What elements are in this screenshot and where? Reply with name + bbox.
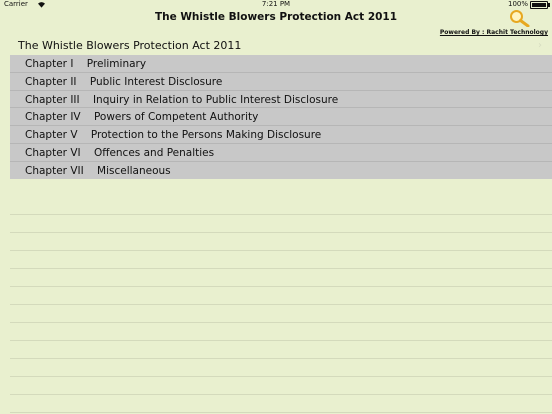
empty-row (10, 395, 552, 413)
empty-row (10, 377, 552, 395)
chapter-label: Chapter I Preliminary (25, 58, 147, 70)
chapter-label: Chapter III Inquiry in Relation to Publi… (25, 93, 339, 106)
chapter-item-7[interactable]: Chapter VII Miscellaneous (10, 162, 552, 180)
chevron-right-icon: › (538, 40, 542, 51)
chapter-item-6[interactable]: Chapter VI Offences and Penalties (10, 144, 552, 162)
empty-row (10, 215, 552, 233)
empty-row (10, 269, 552, 287)
battery-percent: 100% (507, 0, 528, 8)
nav-bar: The Whistle Blowers Protection Act 2011 (0, 9, 552, 27)
chapter-item-4[interactable]: Chapter IV Powers of Competent Authority (10, 108, 552, 126)
empty-row (10, 323, 552, 341)
chapter-label: Chapter V Protection to the Persons Maki… (25, 129, 322, 141)
empty-row (10, 233, 552, 251)
chapter-list: Chapter I Preliminary Chapter II Public … (10, 55, 552, 180)
empty-row (10, 287, 552, 305)
chapter-item-5[interactable]: Chapter V Protection to the Persons Maki… (10, 126, 552, 144)
chapter-label: Chapter IV Powers of Competent Authority (25, 111, 259, 124)
status-bar: Carrier 7:21 PM 100% (0, 0, 552, 9)
act-title: The Whistle Blowers Protection Act 2011 (18, 39, 242, 52)
empty-row (10, 359, 552, 377)
act-title-row[interactable]: The Whistle Blowers Protection Act 2011 … (0, 37, 552, 55)
chapter-item-2[interactable]: Chapter II Public Interest Disclosure (10, 73, 552, 91)
chapter-label: Chapter II Public Interest Disclosure (25, 75, 223, 88)
clock: 7:21 PM (261, 0, 291, 8)
empty-rows (10, 197, 552, 413)
chapter-item-1[interactable]: Chapter I Preliminary (10, 55, 552, 73)
battery-icon (530, 1, 550, 9)
empty-row (10, 341, 552, 359)
empty-row (10, 197, 552, 215)
page-title: The Whistle Blowers Protection Act 2011 (154, 11, 398, 23)
empty-row (10, 251, 552, 269)
chapter-item-3[interactable]: Chapter III Inquiry in Relation to Publi… (10, 91, 552, 109)
chapter-label: Chapter VI Offences and Penalties (25, 146, 215, 159)
powered-by-link[interactable]: Powered By : Rachit Technology (440, 29, 548, 36)
chapter-label: Chapter VII Miscellaneous (25, 164, 171, 177)
empty-row (10, 305, 552, 323)
search-icon[interactable] (508, 9, 530, 27)
